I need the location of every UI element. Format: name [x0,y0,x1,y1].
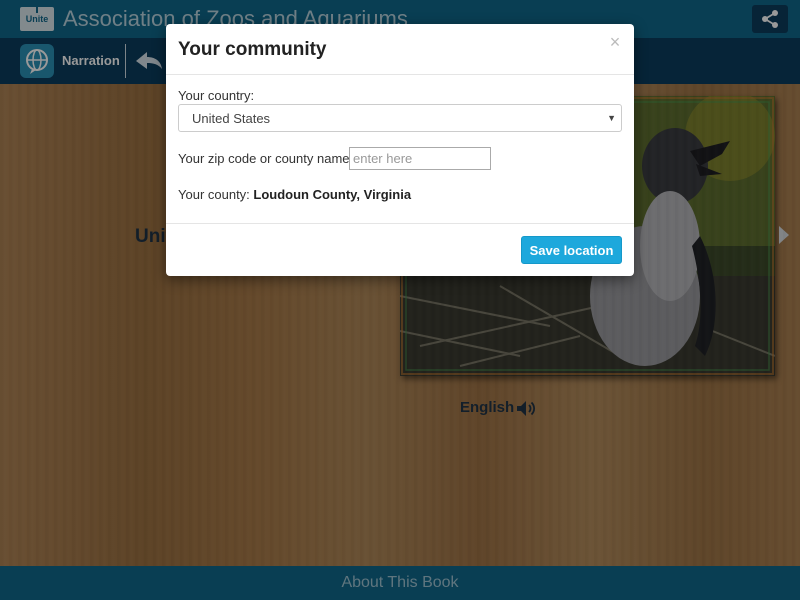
zip-label: Your zip code or county name: [178,151,354,166]
zip-input[interactable] [349,147,491,170]
county-value: Loudoun County, Virginia [253,187,412,202]
county-line: Your county: Loudoun County, Virginia [178,187,411,202]
dialog-header-divider [166,74,634,75]
country-label: Your country: [178,88,255,103]
country-select[interactable]: United States ▼ [178,104,622,132]
chevron-down-icon: ▼ [607,113,616,123]
county-label: Your county: [178,187,254,202]
save-location-button[interactable]: Save location [521,236,622,264]
dialog-title: Your community [178,39,327,60]
community-dialog: Your community × Your country: United St… [166,24,634,276]
close-icon[interactable]: × [607,33,623,51]
dialog-footer-divider [166,223,634,224]
country-select-value: United States [192,111,271,126]
